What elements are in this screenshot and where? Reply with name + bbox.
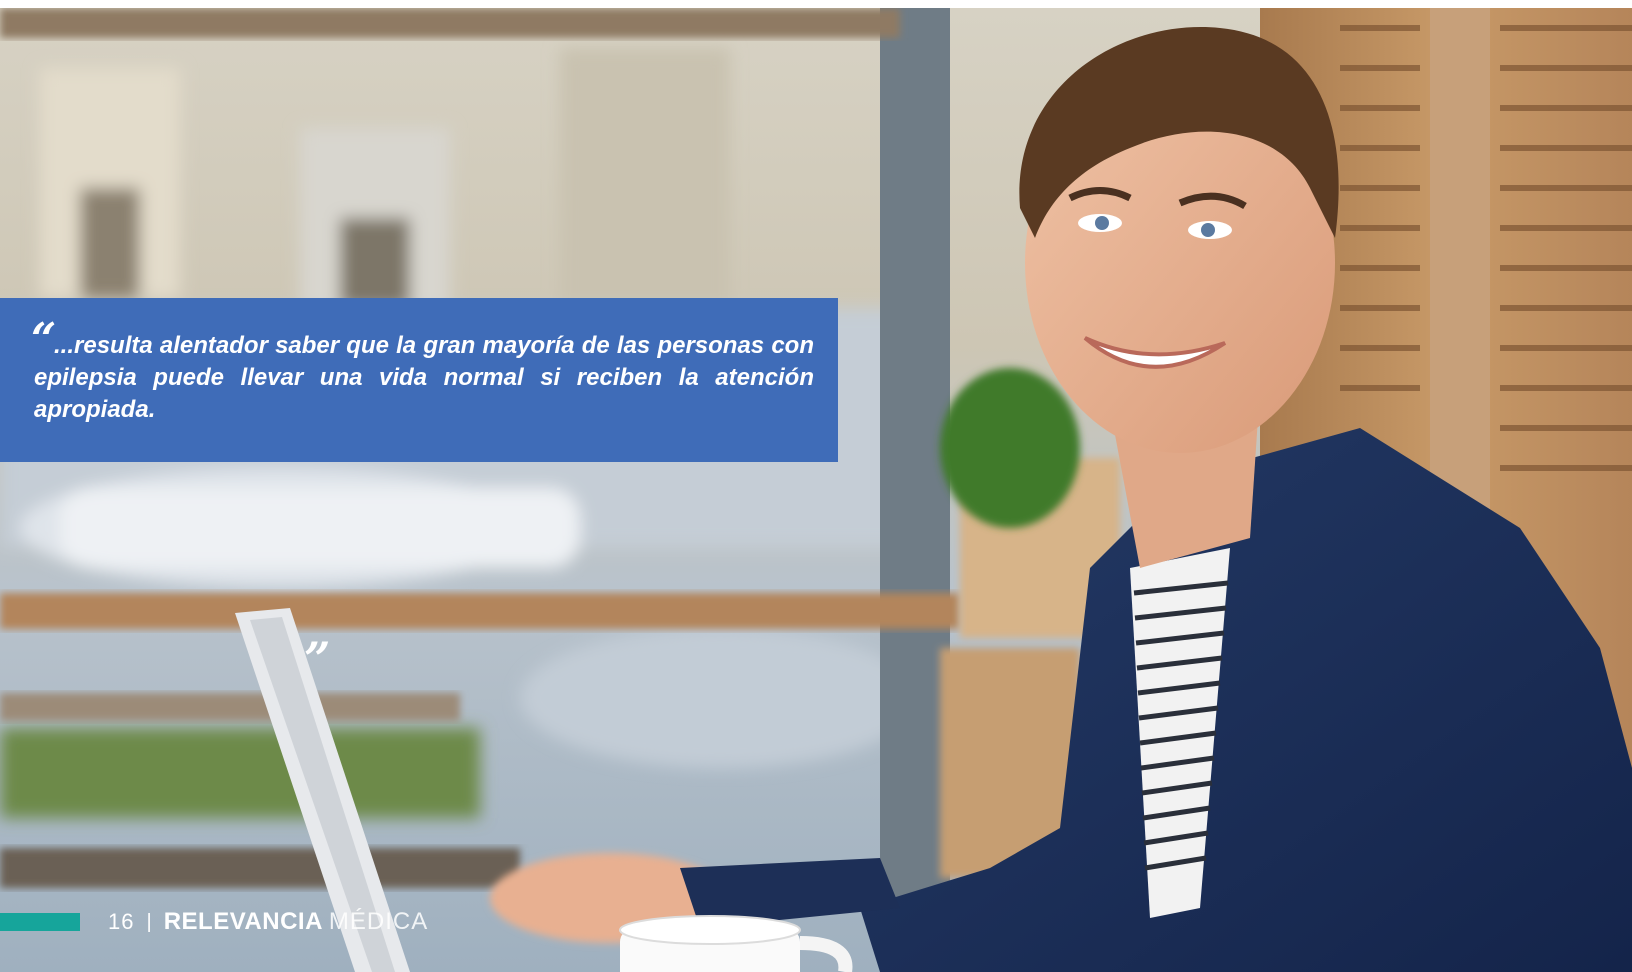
brand-name-bold: RELEVANCIA xyxy=(163,908,323,935)
pull-quote-text: ...resulta alentador saber que la gran m… xyxy=(34,332,814,423)
page-footer: 16 | RELEVANCIA MÉDICA xyxy=(108,908,428,936)
close-quote-mark: ” xyxy=(304,632,331,686)
brand-name-light: MÉDICA xyxy=(328,908,429,935)
cafe-photo-smiling-man-with-laptop xyxy=(0,8,1632,972)
footer-accent-bar xyxy=(0,913,80,931)
magazine-page: “ ...resulta alentador saber que la gran… xyxy=(0,0,1632,972)
footer-separator: | xyxy=(146,910,152,933)
page-number: 16 xyxy=(108,909,135,934)
